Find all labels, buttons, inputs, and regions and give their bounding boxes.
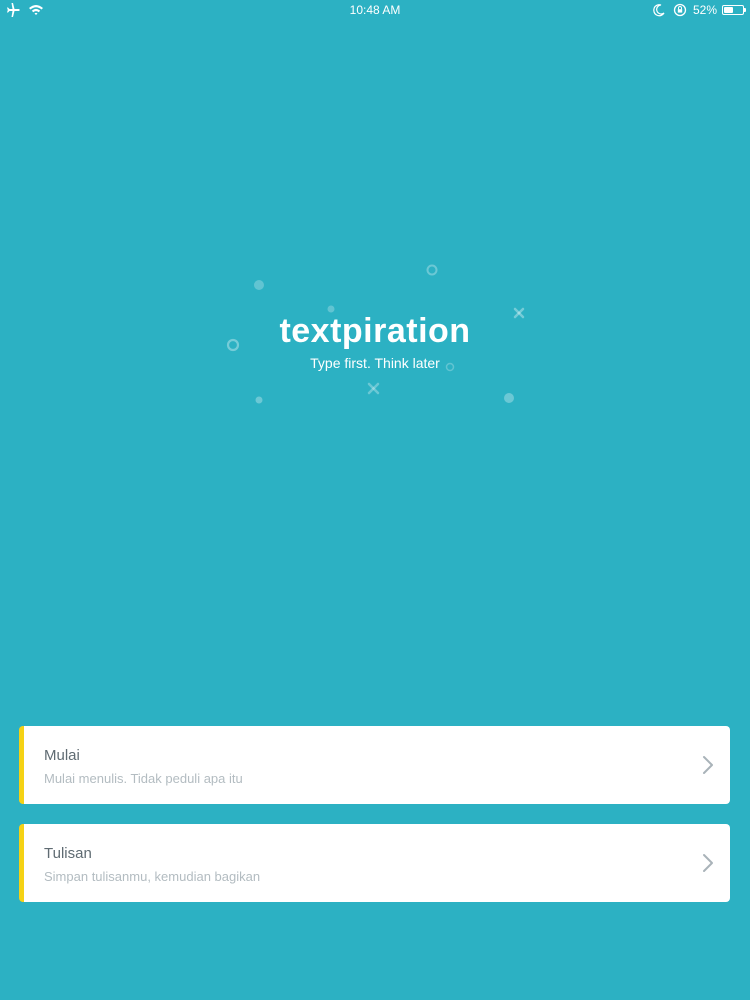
battery-percent: 52% [692, 3, 717, 17]
card-title: Tulisan [44, 845, 92, 862]
orientation-lock-icon [673, 3, 687, 17]
decor-dot [504, 393, 514, 403]
decor-cross [367, 382, 380, 395]
app-logo-title: textpiration [279, 312, 471, 350]
chevron-right-icon [703, 756, 713, 774]
status-time: 10:48 AM [349, 3, 401, 17]
battery-icon [722, 5, 746, 15]
moon-icon [653, 4, 665, 17]
battery-fill [724, 7, 734, 13]
start-writing-card[interactable]: Mulai Mulai menulis. Tidak peduli apa it… [19, 726, 730, 804]
card-subtitle: Simpan tulisanmu, kemudian bagikan [44, 869, 261, 884]
decor-ring [426, 264, 438, 276]
chevron-right-icon [703, 854, 713, 872]
status-right: 52% [651, 2, 746, 18]
card-subtitle: Mulai menulis. Tidak peduli apa itu [44, 771, 243, 786]
app-tagline: Type first. Think later [310, 355, 440, 371]
decor-dot [254, 280, 264, 290]
decor-dot [255, 396, 263, 404]
writings-card[interactable]: Tulisan Simpan tulisanmu, kemudian bagik… [19, 824, 730, 902]
card-title: Mulai [44, 747, 80, 764]
status-bar: 10:48 AM 52% [0, 0, 750, 20]
